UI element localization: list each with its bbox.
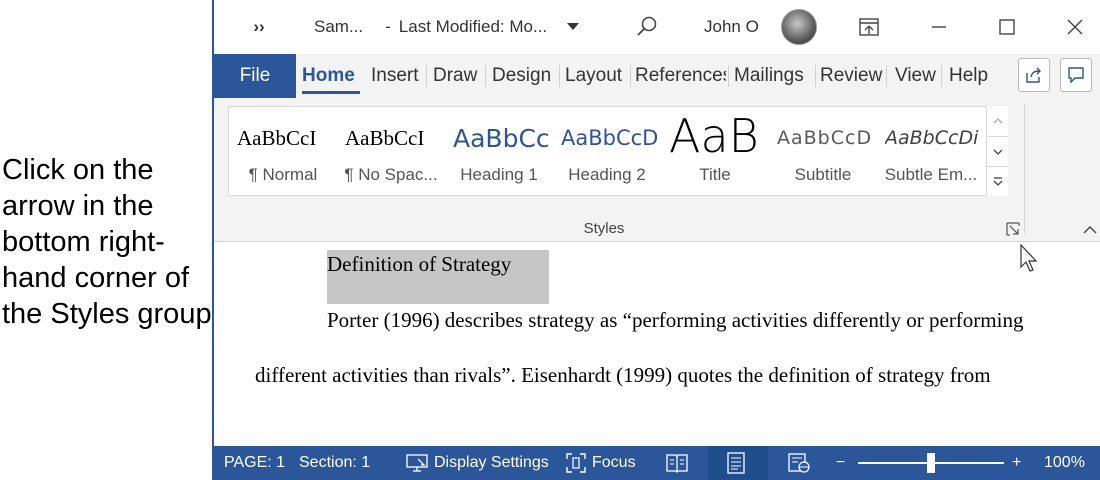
focus-button[interactable]: Focus (566, 446, 636, 480)
share-button[interactable] (1018, 58, 1050, 92)
tab-separator (559, 65, 560, 87)
comment-icon (1068, 67, 1084, 84)
zoom-level[interactable]: 100% (1044, 446, 1085, 480)
user-name[interactable]: John O (704, 0, 764, 54)
style-sample: AaB (669, 109, 759, 163)
web-layout-icon[interactable] (788, 446, 816, 480)
instruction-text: Click on the arrow in the bottom right-h… (2, 154, 212, 330)
style-label: ¶ No Spac... (344, 165, 438, 184)
avatar[interactable] (780, 0, 818, 54)
style-label: Subtitle (794, 165, 852, 184)
tab-separator (815, 65, 816, 87)
page-indicator[interactable]: PAGE: 1 (224, 446, 285, 480)
display-settings-icon (406, 454, 428, 472)
read-mode-icon[interactable] (666, 446, 694, 480)
style-label: Subtle Em... (884, 165, 978, 184)
style-subtle-emphasis[interactable]: AaBbCcDi Subtle Em... (877, 107, 987, 195)
ribbon-home: AaBbCcI ¶ Normal AaBbCcI ¶ No Spac... Aa… (214, 98, 1100, 242)
tab-separator (728, 65, 729, 87)
document-name: Sam... (314, 17, 364, 36)
quick-access-more-button[interactable]: ›› (244, 0, 274, 54)
collapse-ribbon-icon[interactable] (1082, 222, 1098, 236)
word-window: ›› Sam... - Last Modified: Mo... John O (212, 0, 1100, 480)
tab-separator (886, 65, 887, 87)
tab-separator (630, 65, 631, 87)
document-canvas[interactable]: Definition of Strategy Porter (1996) des… (214, 242, 1100, 446)
style-heading-1[interactable]: AaBbCc Heading 1 (445, 107, 553, 195)
tab-view[interactable]: View (895, 54, 939, 98)
ribbon-group-separator (1024, 104, 1025, 234)
last-modified-text: Last Modified: Mo... (398, 17, 548, 36)
title-separator: - (385, 17, 391, 36)
tab-insert[interactable]: Insert (371, 54, 421, 98)
section-indicator[interactable]: Section: 1 (299, 446, 370, 480)
print-layout-icon[interactable] (726, 446, 752, 480)
tab-design[interactable]: Design (492, 54, 556, 98)
style-sample: AaBbCcD (561, 126, 659, 150)
style-sample: AaBbCc (453, 123, 550, 153)
style-no-spacing[interactable]: AaBbCcI ¶ No Spac... (337, 107, 445, 195)
style-heading-2[interactable]: AaBbCcD Heading 2 (553, 107, 661, 195)
search-icon[interactable] (630, 0, 664, 54)
share-icon (1026, 67, 1041, 83)
title-bar: ›› Sam... - Last Modified: Mo... John O (214, 0, 1100, 54)
style-subtitle[interactable]: AaBbCcD Subtitle (769, 107, 877, 195)
tab-separator (426, 65, 427, 87)
tab-file[interactable]: File (214, 54, 296, 98)
gallery-scroll-up-icon[interactable] (987, 106, 1008, 136)
paragraph-line[interactable]: different activities than rivals”. Eisen… (255, 361, 991, 389)
display-settings-label: Display Settings (434, 454, 549, 471)
close-icon[interactable] (1058, 0, 1092, 54)
comments-button[interactable] (1060, 58, 1092, 92)
styles-gallery: AaBbCcI ¶ Normal AaBbCcI ¶ No Spac... Aa… (228, 106, 1008, 196)
ribbon-display-options-icon[interactable] (852, 0, 886, 54)
styles-dialog-launcher-icon[interactable] (1006, 222, 1020, 236)
zoom-in-button[interactable]: + (1012, 446, 1021, 480)
tab-review[interactable]: Review (820, 54, 884, 98)
minimize-icon[interactable] (922, 0, 956, 54)
styles-group-label: Styles (583, 220, 625, 237)
tab-separator (941, 65, 942, 87)
document-title[interactable]: Sam... - Last Modified: Mo... (314, 0, 554, 54)
paragraph-line[interactable]: Porter (1996) describes strategy as “per… (327, 306, 1023, 334)
tab-mailings[interactable]: Mailings (734, 54, 814, 98)
style-label: Heading 2 (568, 165, 646, 184)
zoom-slider-thumb[interactable] (927, 453, 935, 473)
style-sample: AaBbCcI (345, 125, 425, 150)
tab-separator (485, 65, 486, 87)
title-dropdown-icon[interactable] (562, 0, 584, 54)
focus-icon (566, 453, 586, 473)
style-title[interactable]: AaB Title (661, 107, 769, 195)
document-heading[interactable]: Definition of Strategy (327, 250, 511, 278)
style-label: Heading 1 (460, 165, 538, 184)
style-sample: AaBbCcDi (885, 127, 979, 149)
tab-draw[interactable]: Draw (433, 54, 481, 98)
tab-layout[interactable]: Layout (565, 54, 627, 98)
document-margin (1086, 242, 1100, 446)
ribbon-tab-bar: File Home Insert Draw Design Layout Refe… (214, 54, 1100, 98)
style-sample: AaBbCcI (237, 125, 317, 150)
style-normal[interactable]: AaBbCcI ¶ Normal (229, 107, 337, 195)
zoom-out-button[interactable]: − (836, 446, 845, 480)
style-label: Title (699, 165, 731, 184)
mouse-pointer-icon (1020, 243, 1040, 274)
style-sample: AaBbCcD (777, 127, 873, 149)
status-bar: PAGE: 1 Section: 1 Display Settings Focu… (214, 446, 1100, 480)
tab-home[interactable]: Home (302, 54, 360, 98)
styles-gallery-scroll (986, 106, 1008, 196)
focus-label: Focus (592, 454, 636, 471)
gallery-scroll-down-icon[interactable] (987, 136, 1008, 166)
gallery-more-icon[interactable] (987, 166, 1008, 196)
display-settings-button[interactable]: Display Settings (406, 446, 549, 480)
style-label: ¶ Normal (248, 165, 318, 184)
tab-references[interactable]: References (635, 54, 726, 98)
maximize-icon[interactable] (990, 0, 1024, 54)
tab-help[interactable]: Help (949, 54, 993, 98)
